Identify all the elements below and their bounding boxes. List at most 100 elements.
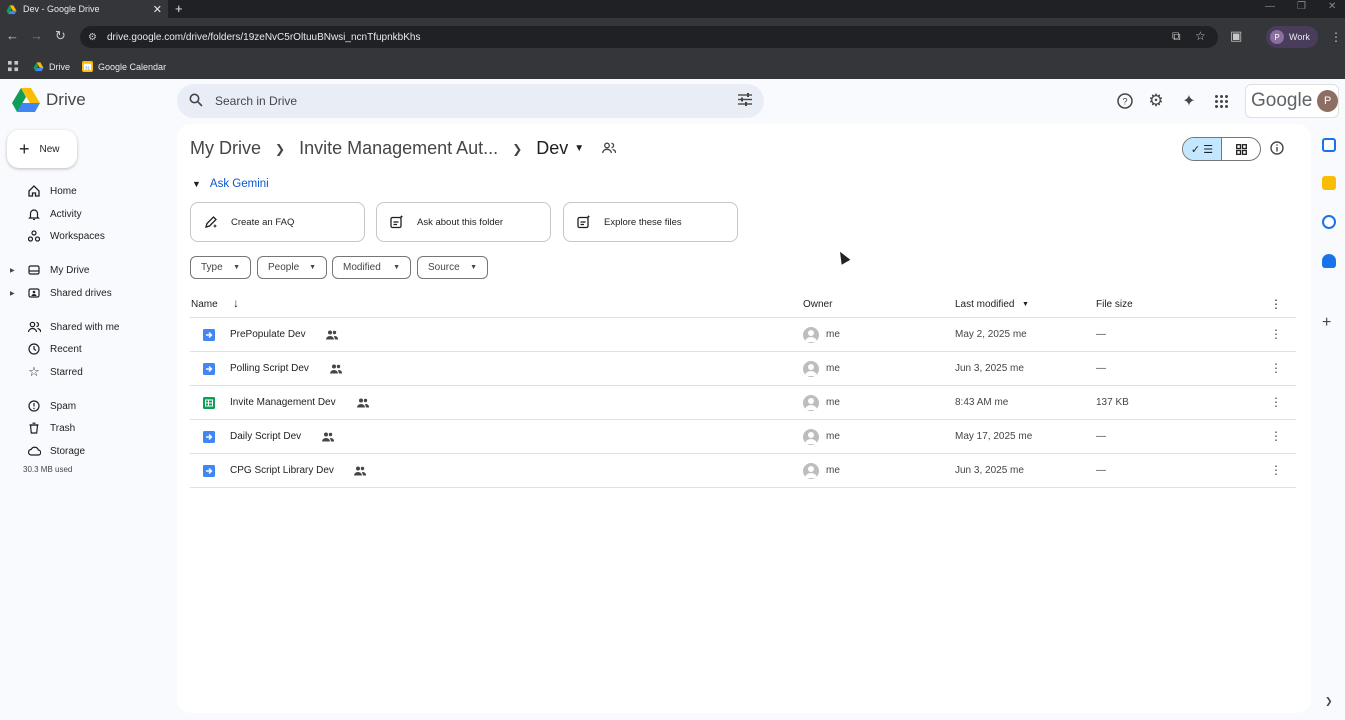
drive-logo[interactable]: Drive — [12, 88, 86, 112]
shared-folder-icon[interactable] — [602, 138, 617, 159]
browser-menu-icon[interactable]: ⋮ — [1330, 30, 1342, 44]
sidebar-item-starred[interactable]: ☆ Starred — [10, 362, 83, 382]
sidebar-item-home[interactable]: Home — [10, 181, 77, 201]
search-icon[interactable] — [189, 93, 203, 110]
gemini-spark-icon[interactable]: ✦ — [1180, 92, 1198, 110]
filter-type[interactable]: Type ▼ — [190, 256, 251, 279]
profile-button[interactable]: P Work — [1266, 26, 1318, 48]
sidebar-item-my-drive[interactable]: ▶ My Drive — [10, 260, 89, 280]
filter-modified[interactable]: Modified ▼ — [332, 256, 411, 279]
column-header-last-modified[interactable]: Last modified — [955, 299, 1014, 310]
table-row[interactable]: Invite Management Dev me 8:43 AM me 137 KB ⋮ — [190, 386, 1296, 420]
sidebar-item-spam[interactable]: Spam — [10, 396, 76, 416]
more-actions-icon[interactable]: ⋮ — [1270, 463, 1282, 477]
gemini-card-create-faq[interactable]: Create an FAQ — [190, 202, 365, 242]
file-name[interactable]: CPG Script Library Dev — [230, 465, 334, 476]
gemini-card-ask-folder[interactable]: Ask about this folder — [376, 202, 551, 242]
bookmark-drive[interactable]: Drive — [33, 61, 70, 72]
address-bar[interactable]: ⚙ drive.google.com/drive/folders/19zeNvC… — [80, 26, 1218, 48]
sidebar-item-workspaces[interactable]: Workspaces — [10, 226, 105, 246]
search-input[interactable] — [215, 94, 695, 108]
tasks-app-icon[interactable] — [1322, 215, 1336, 229]
sidebar-item-storage[interactable]: Storage — [10, 441, 85, 461]
sidebar-item-label: Storage — [50, 445, 86, 457]
file-owner: me — [826, 329, 840, 340]
file-last-modified: Jun 3, 2025 me — [955, 465, 1024, 476]
sidebar-item-activity[interactable]: Activity — [10, 204, 82, 224]
back-icon[interactable]: ← — [6, 28, 19, 43]
filter-people[interactable]: People ▼ — [257, 256, 327, 279]
sidebar-item-shared-drives[interactable]: ▶ Shared drives — [10, 283, 112, 303]
new-tab-icon[interactable]: + — [175, 1, 183, 16]
breadcrumb-invite-management[interactable]: Invite Management Aut... — [299, 138, 498, 159]
breadcrumb-my-drive[interactable]: My Drive — [190, 138, 261, 159]
dropdown-arrow-icon: ▼ — [233, 264, 240, 271]
breadcrumb-current-folder[interactable]: Dev — [536, 138, 568, 159]
contacts-app-icon[interactable] — [1322, 254, 1336, 268]
info-icon[interactable] — [1270, 141, 1284, 160]
side-panel-icon[interactable]: ▣ — [1230, 28, 1242, 44]
shared-people-icon — [354, 466, 367, 479]
column-header-file-size[interactable]: File size — [1096, 299, 1133, 310]
table-row[interactable]: PrePopulate Dev me May 2, 2025 me — ⋮ — [190, 318, 1296, 352]
add-app-icon[interactable]: + — [1322, 314, 1331, 332]
column-header-name[interactable]: Name — [191, 299, 218, 310]
folder-dropdown-icon[interactable]: ▼ — [574, 143, 584, 154]
sidebar-item-recent[interactable]: Recent — [10, 339, 82, 359]
google-account-button[interactable]: Google P — [1245, 84, 1339, 118]
apps-grid-icon[interactable] — [8, 61, 19, 72]
table-row[interactable]: CPG Script Library Dev me Jun 3, 2025 me — ⋮ — [190, 454, 1296, 488]
restore-icon[interactable]: ❐ — [1297, 1, 1306, 12]
new-button[interactable]: + New — [7, 130, 77, 168]
minimize-icon[interactable]: — — [1265, 1, 1275, 12]
shared-drives-icon — [27, 286, 41, 300]
bookmark-star-icon[interactable]: ☆ — [1195, 29, 1206, 43]
install-icon[interactable]: ⧉ — [1172, 29, 1181, 44]
file-name[interactable]: Daily Script Dev — [230, 431, 301, 442]
apps-script-file-icon — [203, 465, 215, 477]
bookmark-google-calendar[interactable]: 31 Google Calendar — [82, 61, 166, 72]
sort-desc-icon[interactable]: ▼ — [1022, 301, 1029, 308]
expand-arrow-icon[interactable]: ▶ — [10, 290, 18, 297]
sidebar-item-trash[interactable]: Trash — [10, 418, 75, 438]
ask-gemini-toggle[interactable]: ▼ Ask Gemini — [192, 178, 269, 190]
sort-arrow-icon[interactable]: ↓ — [233, 296, 239, 310]
grid-view-button[interactable] — [1222, 138, 1260, 160]
search-bar[interactable] — [177, 84, 764, 118]
site-info-icon[interactable]: ⚙ — [88, 32, 97, 43]
file-name[interactable]: Invite Management Dev — [230, 397, 336, 408]
table-row[interactable]: Daily Script Dev me May 17, 2025 me — ⋮ — [190, 420, 1296, 454]
shared-people-icon — [357, 398, 370, 411]
sidebar-item-shared-with-me[interactable]: Shared with me — [10, 317, 119, 337]
expand-panel-icon[interactable]: ❯ — [1325, 696, 1333, 707]
close-tab-icon[interactable]: ✕ — [153, 3, 162, 16]
settings-gear-icon[interactable]: ⚙ — [1147, 91, 1165, 110]
apps-grid-icon[interactable] — [1212, 92, 1230, 110]
close-window-icon[interactable]: ✕ — [1328, 1, 1336, 12]
file-name[interactable]: PrePopulate Dev — [230, 329, 306, 340]
calendar-app-icon[interactable] — [1322, 138, 1336, 152]
pen-spark-icon — [203, 214, 219, 230]
gemini-card-explore-files[interactable]: Explore these files — [563, 202, 738, 242]
file-name[interactable]: Polling Script Dev — [230, 363, 309, 374]
shared-people-icon — [322, 432, 335, 445]
list-view-button[interactable]: ✓ ☰ — [1183, 138, 1222, 160]
more-actions-icon[interactable]: ⋮ — [1270, 327, 1282, 341]
reload-icon[interactable]: ↻ — [55, 28, 66, 44]
search-options-icon[interactable] — [738, 93, 752, 111]
table-row[interactable]: Polling Script Dev me Jun 3, 2025 me — ⋮ — [190, 352, 1296, 386]
more-actions-icon[interactable]: ⋮ — [1270, 429, 1282, 443]
filter-source[interactable]: Source ▼ — [417, 256, 488, 279]
forward-icon[interactable]: → — [30, 28, 43, 43]
chevron-right-icon: ❯ — [275, 141, 286, 156]
help-icon[interactable]: ? — [1116, 92, 1134, 110]
file-last-modified: Jun 3, 2025 me — [955, 363, 1024, 374]
more-actions-icon[interactable]: ⋮ — [1270, 395, 1282, 409]
column-options-icon[interactable]: ⋮ — [1270, 297, 1282, 311]
browser-tab[interactable]: Dev - Google Drive ✕ — [0, 0, 168, 18]
column-header-owner[interactable]: Owner — [803, 299, 832, 310]
sidebar-item-label: Recent — [50, 343, 82, 355]
keep-app-icon[interactable] — [1322, 176, 1336, 190]
more-actions-icon[interactable]: ⋮ — [1270, 361, 1282, 375]
expand-arrow-icon[interactable]: ▶ — [10, 267, 18, 274]
